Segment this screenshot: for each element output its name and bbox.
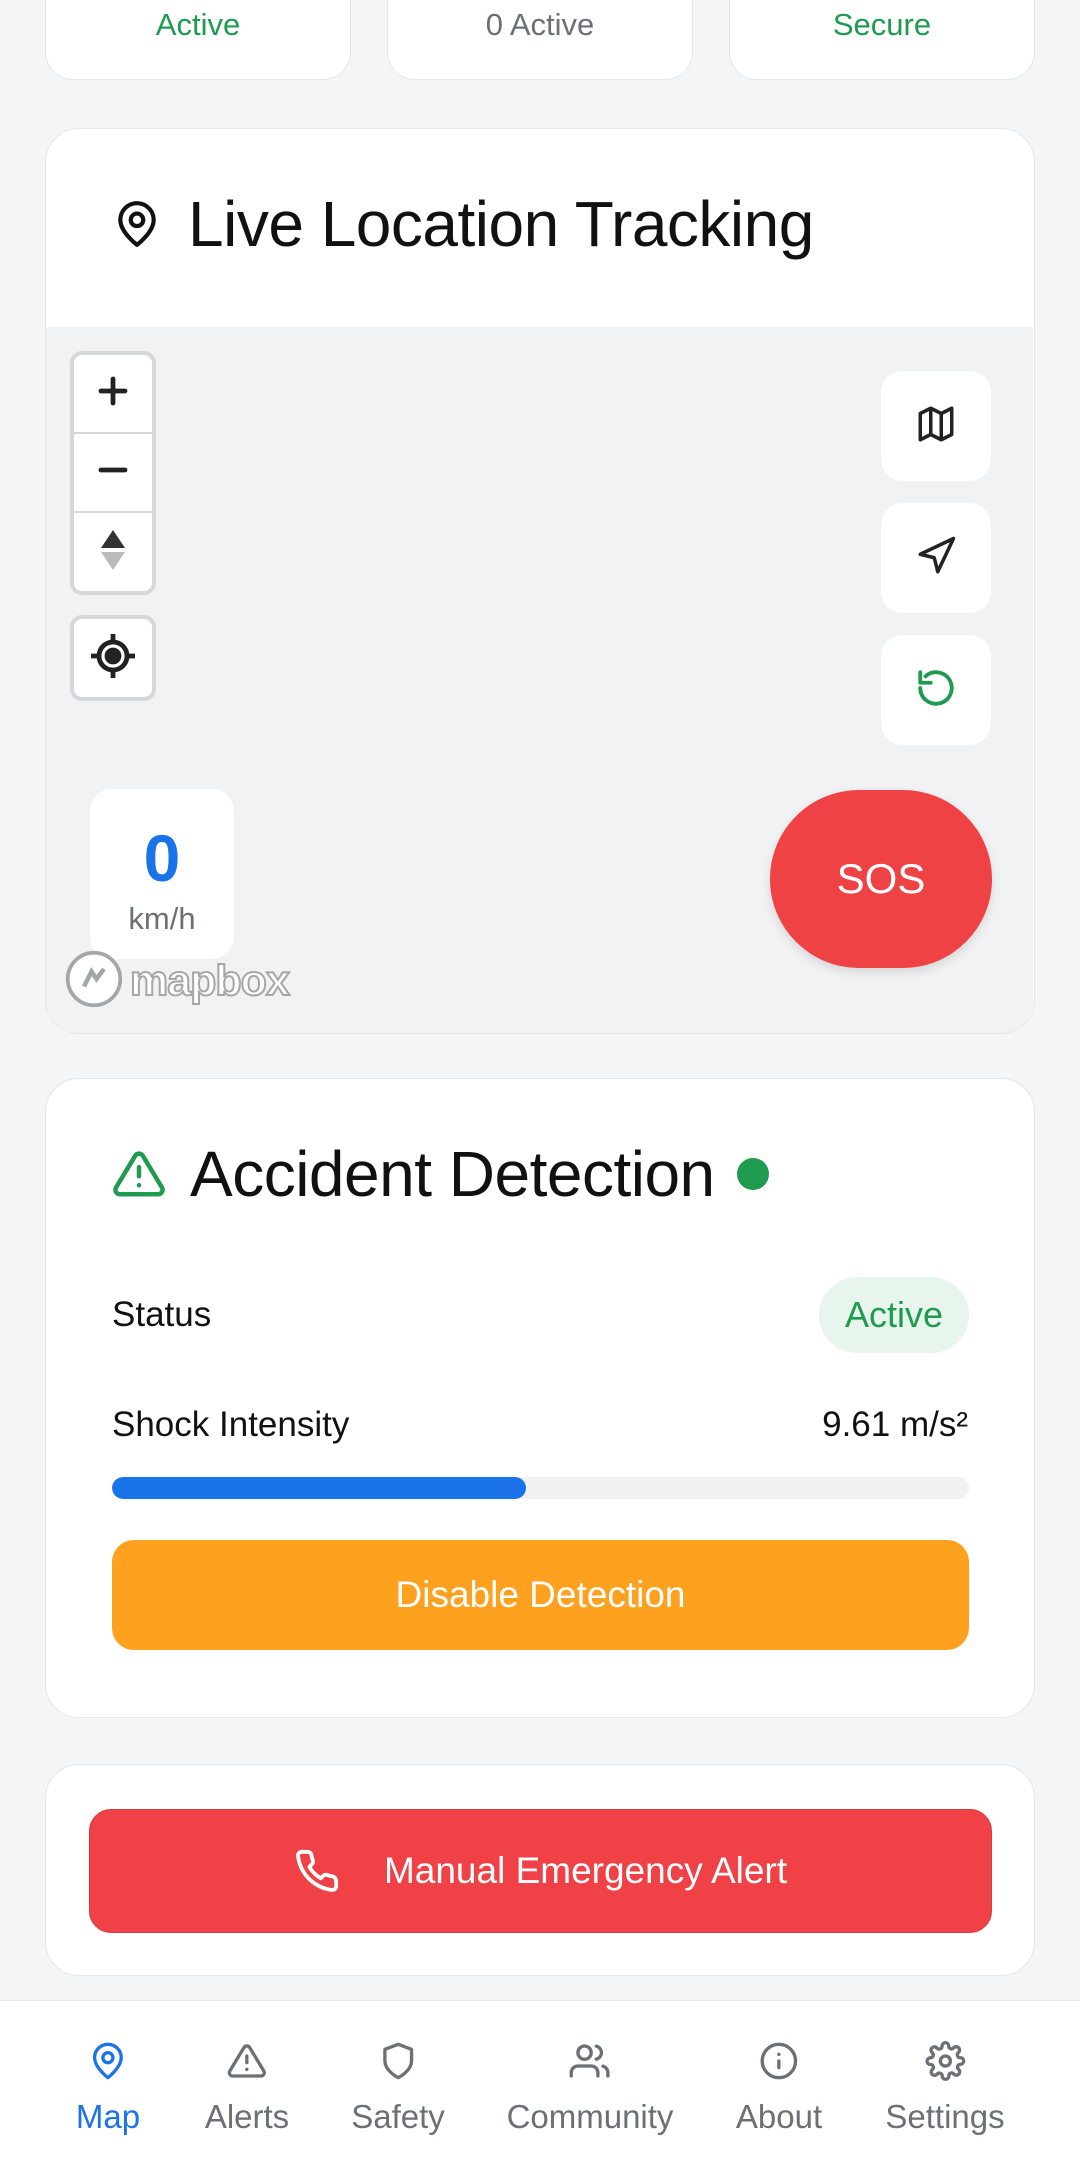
nav-item-alerts[interactable]: Alerts [205,2041,289,2136]
nav-label: Settings [885,2098,1005,2135]
nav-label: Safety [351,2098,445,2135]
shock-intensity-bar [112,1477,969,1499]
mapbox-attribution: mapbox [129,956,291,1006]
status-card-alerts[interactable]: 0 Active [387,0,693,80]
nav-item-about[interactable]: About [736,2041,822,2136]
manual-emergency-alert-label: Manual Emergency Alert [383,1850,788,1891]
info-icon [759,2041,799,2086]
map-icon [915,403,957,450]
users-icon [569,2041,611,2086]
compass-icon [98,528,128,577]
manual-emergency-alert-button[interactable]: Manual Emergency Alert [89,1809,992,1933]
navigation-arrow-icon [915,535,957,582]
nav-item-map[interactable]: Map [76,2041,140,2136]
status-card-value: Secure [832,7,932,42]
accident-detection-title: Accident Detection [190,1138,715,1210]
speed-display: 0 km/h [90,789,234,959]
refresh-icon [915,667,957,714]
status-label: Status [112,1295,212,1334]
sos-button[interactable]: SOS [770,790,992,968]
app-screen: Active 0 Active Secure Live Location Tra… [0,0,1080,2182]
sos-label: SOS [836,855,926,902]
status-badge-text: Active [844,1294,944,1335]
mapbox-mark-icon [64,949,124,1014]
status-indicator-dot [736,1158,769,1190]
warning-triangle-icon [227,2041,267,2086]
status-badge: Active [819,1277,969,1353]
live-location-card: Live Location Tracking 0 km/h mapbox SOS [45,128,1035,1034]
accident-detection-card: Accident Detection Status Active Shock I… [45,1078,1035,1718]
status-card-security[interactable]: Secure [729,0,1035,80]
map-view[interactable]: 0 km/h mapbox SOS [46,327,1033,1033]
card-title: Accident Detection [112,1137,769,1211]
map-layers-button[interactable] [881,371,991,481]
zoom-in-button[interactable] [74,355,152,434]
nav-item-community[interactable]: Community [506,2041,674,2136]
nav-label: Map [75,2098,141,2135]
bottom-navigation: Map Alerts Safety Community About Settin… [0,2000,1080,2182]
gear-icon [925,2041,965,2086]
live-location-title: Live Location Tracking [188,188,814,260]
shield-icon [378,2041,418,2086]
reset-bearing-button[interactable] [74,513,152,591]
zoom-out-button[interactable] [74,434,152,513]
nav-label: Alerts [204,2098,290,2135]
nav-label: About [735,2098,823,2135]
speed-value: 0 [143,821,181,895]
emergency-card: Manual Emergency Alert [45,1764,1035,1976]
map-pin-icon [88,2041,128,2086]
disable-detection-button[interactable]: Disable Detection [112,1540,969,1650]
plus-icon [95,373,131,414]
geolocate-button[interactable] [70,615,156,701]
status-card-value: 0 Active [485,7,595,42]
speed-unit: km/h [128,901,196,936]
shock-intensity-value: 9.61 m/s² [822,1405,968,1444]
shock-intensity-label: Shock Intensity [112,1405,350,1444]
crosshair-icon [89,632,137,685]
nav-item-settings[interactable]: Settings [885,2041,1005,2136]
mapbox-logo[interactable]: mapbox [64,949,291,1014]
status-card-tracking[interactable]: Active [45,0,351,80]
phone-icon [294,1848,340,1894]
warning-triangle-icon [112,1147,166,1201]
disable-detection-label: Disable Detection [395,1574,686,1615]
nav-label: Community [506,2098,674,2135]
minus-icon [95,452,131,493]
map-pin-icon [112,196,162,252]
navigate-button[interactable] [881,503,991,613]
nav-item-safety[interactable]: Safety [351,2041,445,2136]
card-title: Live Location Tracking [112,187,814,261]
status-card-value: Active [155,7,241,42]
refresh-button[interactable] [881,635,991,745]
zoom-controls [70,351,156,595]
shock-intensity-fill [112,1477,526,1499]
